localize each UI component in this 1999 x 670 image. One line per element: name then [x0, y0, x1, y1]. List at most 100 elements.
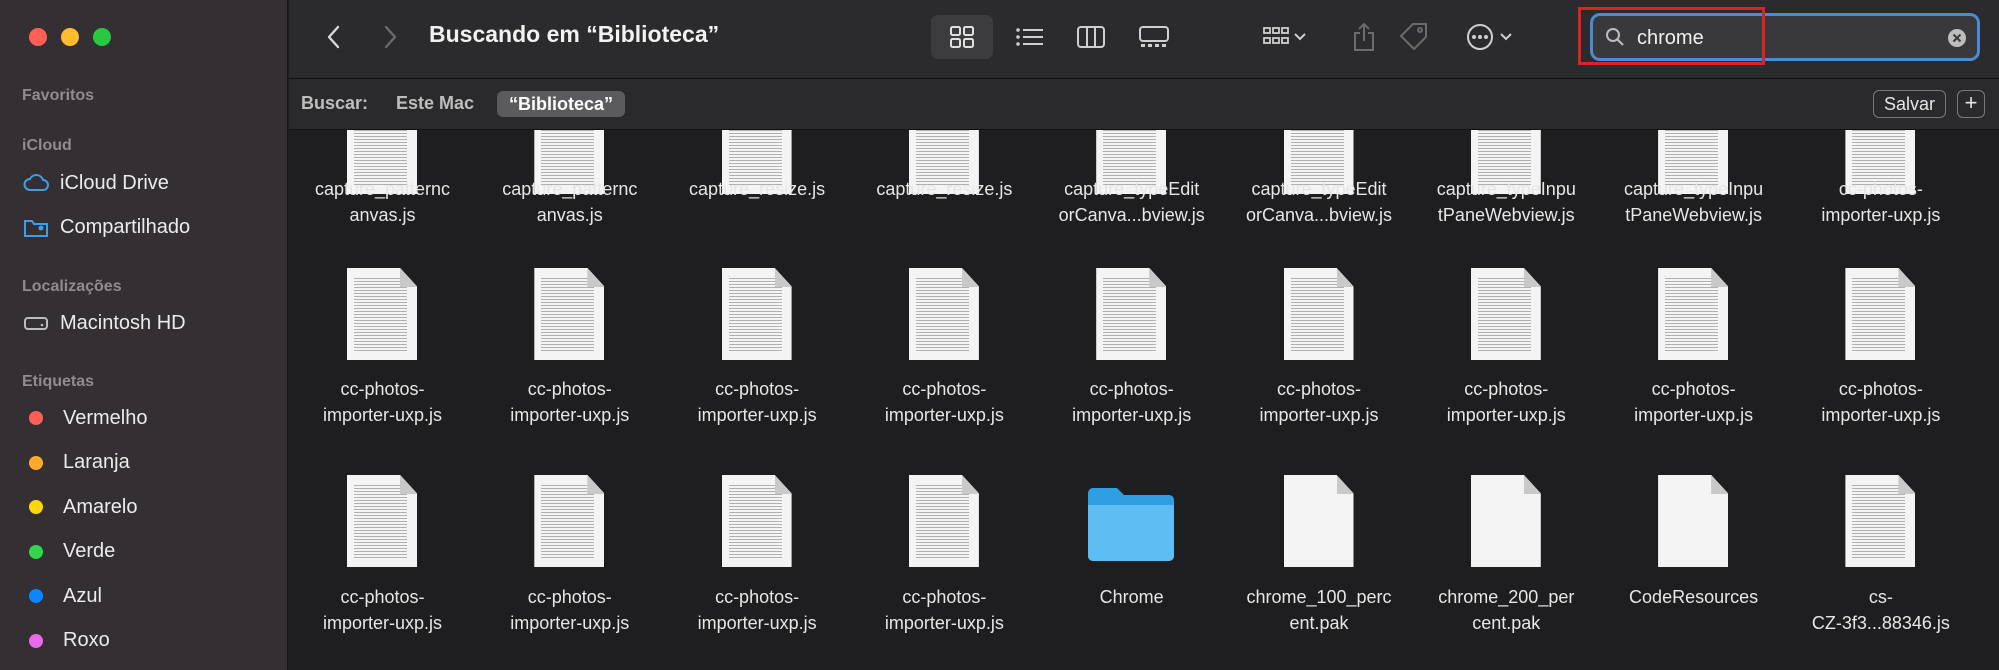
sidebar-item-label: Compartilhado	[60, 215, 191, 238]
search-scope-bar: Buscar: Este Mac “Biblioteca” Salvar +	[289, 79, 1999, 130]
sidebar-item-label: iCloud Drive	[60, 171, 169, 194]
group-icon	[1263, 27, 1289, 44]
sidebar-item-label: Roxo	[63, 629, 110, 651]
grid-view-icon	[950, 26, 974, 48]
text-document-icon	[347, 475, 417, 567]
sidebar-item-label: Amarelo	[63, 495, 138, 518]
document-text-lines	[541, 485, 595, 559]
document-text-lines	[354, 485, 407, 559]
list-view-button[interactable]	[1005, 15, 1055, 59]
file-name: cc-photos- importer-uxp.js	[697, 587, 817, 633]
sidebar-item-shared[interactable]: Compartilhado	[22, 212, 190, 242]
chevron-down-icon	[1294, 33, 1306, 41]
text-document-icon	[1845, 475, 1916, 567]
blank-document-icon	[1470, 475, 1541, 567]
file-grid: capture_patternc anvas.js capture_pattern…	[289, 130, 1999, 670]
folder-item[interactable]: Chrome	[1038, 130, 1225, 670]
highlight-box	[1578, 7, 1765, 65]
folder-icon	[1084, 483, 1178, 561]
scope-label: Buscar:	[301, 93, 369, 113]
tag-icon	[1399, 23, 1427, 51]
column-view-icon	[1077, 26, 1105, 48]
file-name: chrome_200_per cent.pak	[1438, 587, 1575, 633]
file-item[interactable]: chrome_100_perc ent.pak	[1226, 130, 1413, 670]
document-text-lines	[1852, 485, 1906, 559]
text-document-icon	[534, 475, 605, 567]
close-window-button[interactable]	[29, 28, 47, 46]
section-locations: Localizações	[22, 278, 122, 295]
file-name: cc-photos- importer-uxp.js	[510, 587, 630, 633]
scope-library[interactable]: “Biblioteca”	[497, 91, 626, 117]
tag-color-dot-icon	[29, 455, 43, 470]
tag-color-dot-icon	[29, 633, 43, 648]
sidebar-item-label: Macintosh HD	[60, 311, 186, 334]
sidebar-item-tag[interactable]: Amarelo	[22, 492, 137, 522]
file-item[interactable]: cc-photos- importer-uxp.js	[851, 130, 1038, 670]
sidebar-item-macintosh-hd[interactable]: Macintosh HD	[22, 308, 186, 338]
text-document-icon	[908, 475, 979, 567]
chevron-left-icon	[327, 25, 340, 49]
file-item[interactable]: cc-photos- importer-uxp.js	[476, 130, 663, 670]
section-favorites: Favoritos	[22, 87, 95, 104]
save-search-button[interactable]: Salvar	[1873, 90, 1947, 118]
hard-drive-icon	[22, 311, 50, 335]
file-name: CodeResources	[1629, 587, 1759, 607]
blank-document-icon	[1283, 475, 1354, 567]
sidebar-item-icloud-drive[interactable]: iCloud Drive	[22, 168, 169, 198]
sidebar: Favoritos iCloud iCloud Drive Compartilh…	[0, 0, 288, 670]
file-item[interactable]: cs- CZ-3f3...88346.js	[1787, 130, 1974, 670]
forward-button[interactable]	[375, 22, 405, 52]
section-tags: Etiquetas	[22, 373, 95, 390]
window-title: Buscando em “Biblioteca”	[429, 21, 720, 47]
clear-search-icon[interactable]	[1947, 28, 1967, 48]
gallery-view-icon	[1139, 26, 1169, 47]
share-icon	[1354, 22, 1374, 51]
gallery-view-button[interactable]	[1129, 15, 1179, 59]
group-by-button[interactable]	[1249, 15, 1319, 59]
file-item[interactable]: CodeResources	[1600, 130, 1787, 670]
tags-button[interactable]	[1389, 15, 1439, 59]
file-item[interactable]: cc-photos- importer-uxp.js	[289, 130, 476, 670]
shared-folder-icon	[22, 215, 50, 239]
chevron-right-icon	[384, 25, 397, 49]
sidebar-item-label: Azul	[63, 584, 102, 607]
add-criteria-button[interactable]: +	[1957, 90, 1985, 118]
back-button[interactable]	[319, 22, 349, 52]
section-icloud: iCloud	[22, 137, 72, 154]
sidebar-item-tag[interactable]: Vermelho	[22, 403, 148, 433]
tag-color-dot-icon	[29, 411, 43, 425]
sidebar-item-label: Vermelho	[63, 406, 148, 429]
window-controls	[29, 28, 111, 46]
blank-document-icon	[1658, 475, 1729, 567]
share-button[interactable]	[1344, 15, 1384, 59]
list-view-icon	[1016, 28, 1043, 46]
zoom-window-button[interactable]	[93, 28, 111, 46]
sidebar-item-tag[interactable]: Laranja	[22, 448, 130, 478]
file-name: Chrome	[1099, 587, 1164, 607]
file-name: cs- CZ-3f3...88346.js	[1811, 587, 1950, 633]
tag-color-dot-icon	[29, 500, 43, 514]
document-text-lines	[728, 485, 782, 559]
minimize-window-button[interactable]	[61, 28, 79, 46]
sidebar-item-label: Verde	[63, 540, 116, 562]
file-name: cc-photos- importer-uxp.js	[884, 587, 1004, 633]
column-view-button[interactable]	[1066, 15, 1116, 59]
sidebar-item-tag[interactable]: Roxo	[22, 626, 110, 656]
file-name: chrome_100_perc ent.pak	[1246, 587, 1392, 633]
sidebar-item-tag[interactable]: Azul	[22, 581, 102, 611]
more-actions-button[interactable]	[1459, 15, 1519, 59]
file-item[interactable]: chrome_200_per cent.pak	[1413, 130, 1600, 670]
file-item[interactable]: cc-photos- importer-uxp.js	[664, 130, 851, 670]
chevron-down-icon	[1500, 33, 1512, 41]
cloud-icon	[22, 171, 50, 195]
file-name: cc-photos- importer-uxp.js	[322, 587, 443, 633]
tag-color-dot-icon	[29, 544, 43, 559]
text-document-icon	[721, 475, 792, 567]
ellipsis-circle-icon	[1467, 24, 1493, 50]
icon-view-button[interactable]	[931, 15, 993, 59]
document-text-lines	[915, 485, 969, 559]
sidebar-item-label: Laranja	[63, 451, 130, 473]
tag-color-dot-icon	[29, 589, 43, 603]
scope-this-mac[interactable]: Este Mac	[396, 93, 474, 114]
sidebar-item-tag[interactable]: Verde	[22, 537, 115, 567]
